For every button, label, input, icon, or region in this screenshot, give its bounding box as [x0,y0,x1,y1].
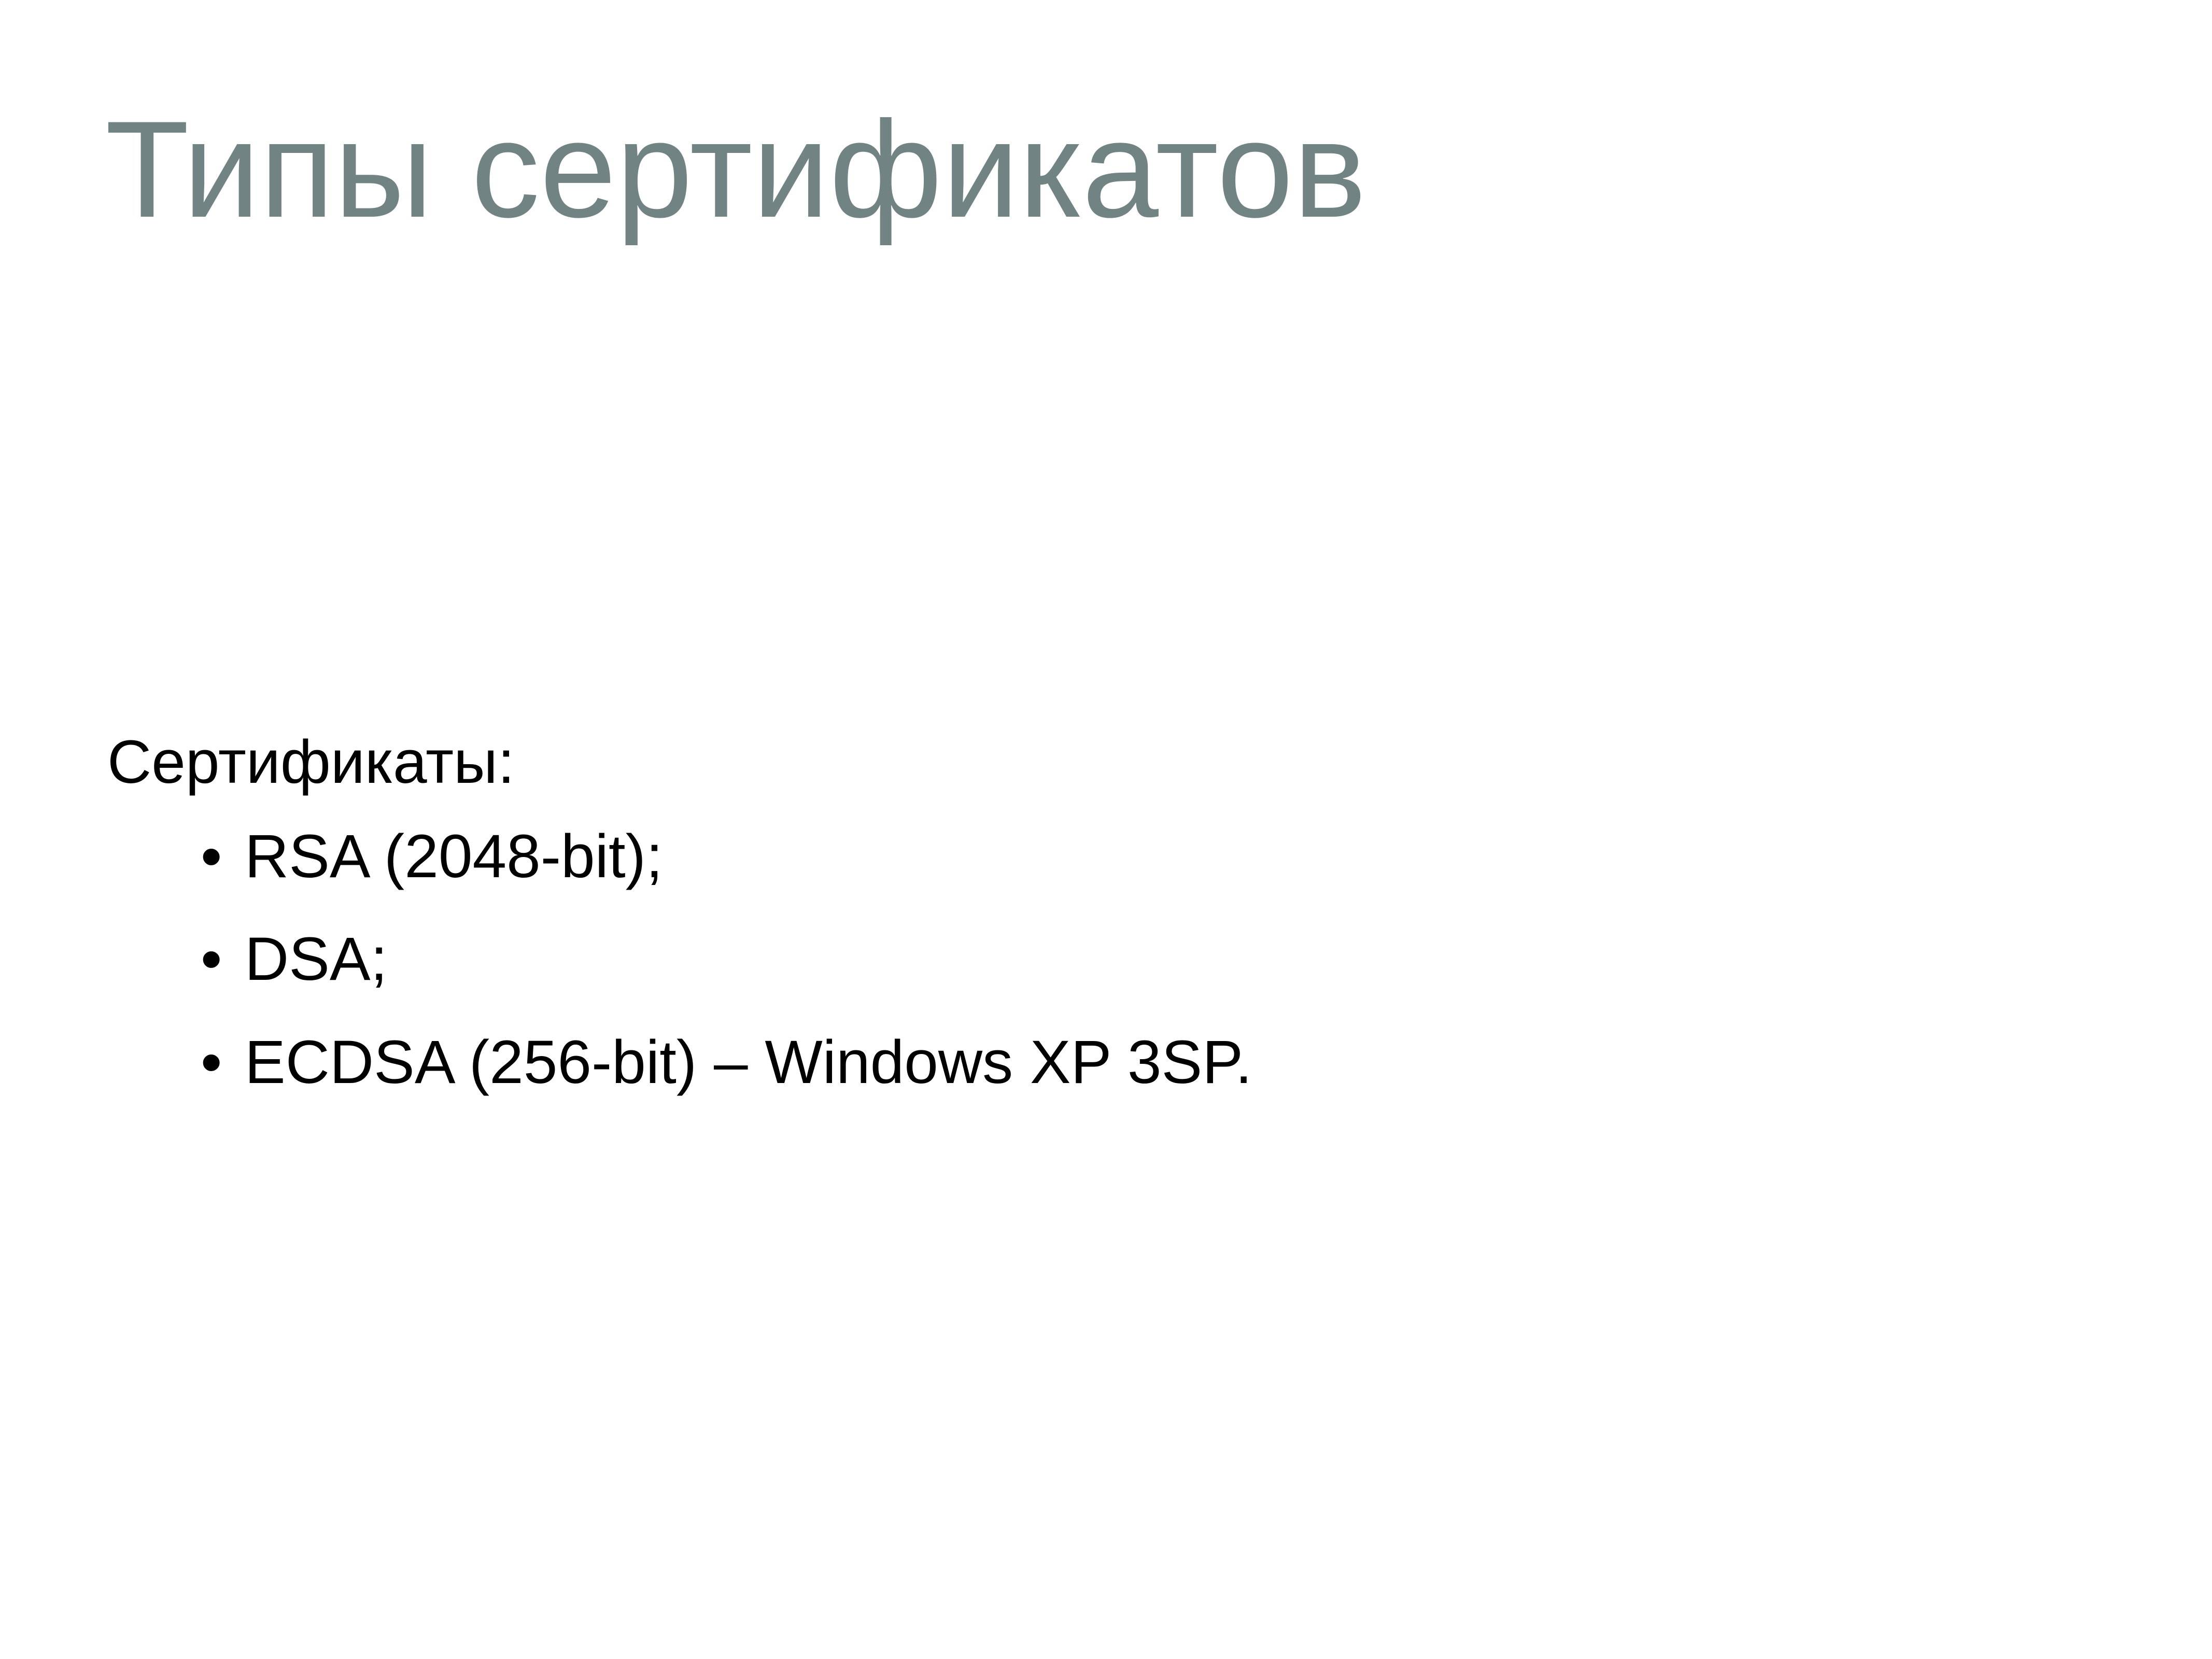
list-item: • RSA (2048-bit); [201,820,2129,894]
intro-text: Сертификаты: [107,728,515,796]
slide: Типы сертификатов Сертификаты: • RSA (20… [0,0,2212,1659]
slide-title: Типы сертификатов [105,93,1366,246]
slide-content: Сертификаты: • RSA (2048-bit); • DSA; • … [107,726,2129,1129]
list-item-text: RSA (2048-bit); [245,822,663,891]
list-item-text: DSA; [245,925,388,994]
bullet-icon: • [201,822,222,891]
list-item: • DSA; [201,923,2129,996]
bullet-icon: • [201,925,222,994]
bullet-icon: • [201,1028,222,1096]
list-item: • ECDSA (256-bit) – Windows XP 3SP. [201,1026,2129,1100]
bullet-list: • RSA (2048-bit); • DSA; • ECDSA (256-bi… [107,820,2129,1100]
list-item-text: ECDSA (256-bit) – Windows XP 3SP. [245,1028,1252,1096]
